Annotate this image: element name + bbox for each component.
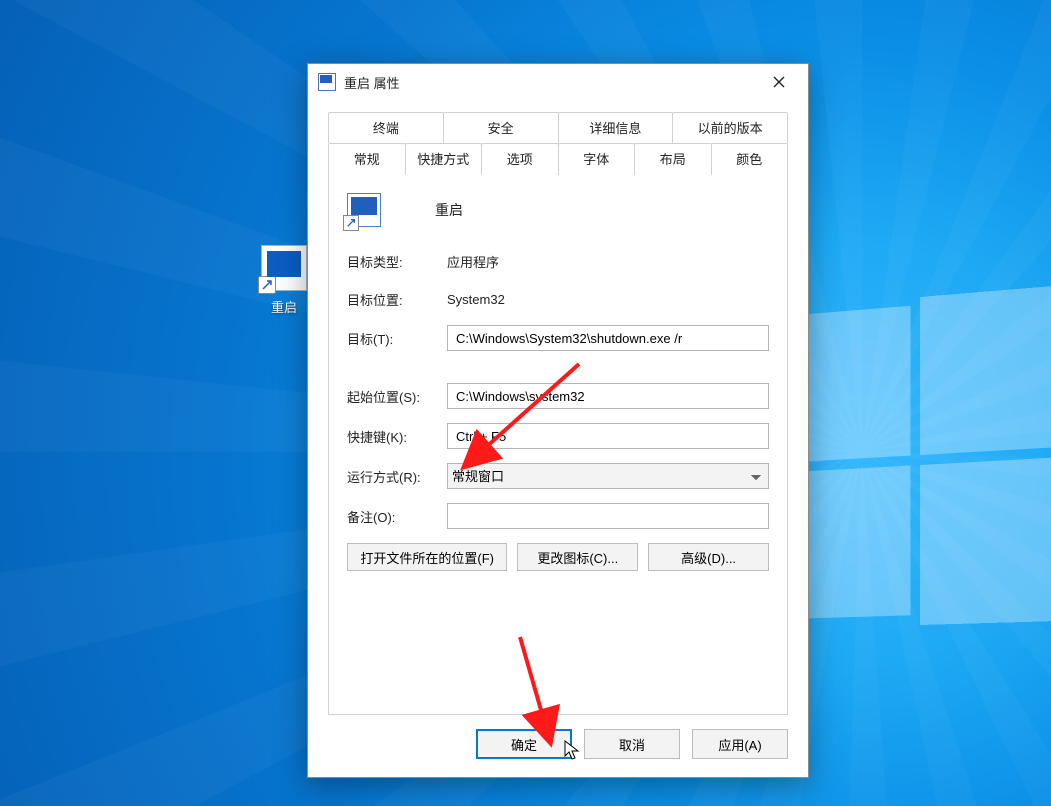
close-icon — [773, 76, 785, 88]
apply-button[interactable]: 应用(A) — [692, 729, 788, 759]
value-target-location: System32 — [447, 292, 769, 307]
tab-previous-versions[interactable]: 以前的版本 — [672, 112, 788, 143]
titlebar-icon — [318, 73, 336, 91]
tab-terminal[interactable]: 终端 — [328, 112, 444, 143]
shortcut-large-icon[interactable] — [347, 193, 381, 227]
tab-font[interactable]: 字体 — [558, 143, 636, 175]
input-target[interactable] — [447, 325, 769, 351]
tab-content-shortcut: 重启 目标类型: 应用程序 目标位置: System32 目标(T): 起始位置… — [328, 175, 788, 715]
shortcut-name: 重启 — [411, 200, 463, 220]
label-start-in: 起始位置(S): — [347, 387, 447, 406]
label-target: 目标(T): — [347, 329, 447, 348]
shortcut-icon — [261, 245, 307, 291]
input-hotkey[interactable] — [447, 423, 769, 449]
tab-general[interactable]: 常规 — [328, 143, 406, 175]
shortcut-overlay-arrow-icon — [258, 276, 276, 294]
close-button[interactable] — [756, 67, 802, 97]
titlebar[interactable]: 重启 属性 — [308, 64, 808, 100]
tab-details[interactable]: 详细信息 — [558, 112, 674, 143]
tab-strip: 终端 安全 详细信息 以前的版本 常规 快捷方式 选项 字体 布局 颜色 — [328, 112, 788, 175]
cancel-button[interactable]: 取消 — [584, 729, 680, 759]
label-target-type: 目标类型: — [347, 252, 447, 271]
label-comment: 备注(O): — [347, 507, 447, 526]
windows-logo — [772, 292, 1051, 629]
button-change-icon[interactable]: 更改图标(C)... — [517, 543, 638, 571]
tab-options[interactable]: 选项 — [481, 143, 559, 175]
label-target-location: 目标位置: — [347, 290, 447, 309]
ok-button[interactable]: 确定 — [476, 729, 572, 759]
tab-colors[interactable]: 颜色 — [711, 143, 789, 175]
tab-shortcut[interactable]: 快捷方式 — [405, 143, 483, 175]
input-start-in[interactable] — [447, 383, 769, 409]
value-target-type: 应用程序 — [447, 252, 769, 271]
select-run[interactable]: 常规窗口 — [447, 463, 769, 489]
tab-layout[interactable]: 布局 — [634, 143, 712, 175]
label-run: 运行方式(R): — [347, 467, 447, 486]
tab-security[interactable]: 安全 — [443, 112, 559, 143]
desktop: 重启 重启 属性 终端 安全 详细信息 以前的版本 常规 快捷方式 — [0, 0, 1051, 806]
label-hotkey: 快捷键(K): — [347, 427, 447, 446]
dialog-title: 重启 属性 — [344, 73, 748, 92]
properties-dialog: 重启 属性 终端 安全 详细信息 以前的版本 常规 快捷方式 选项 字体 布局 — [307, 63, 809, 778]
shortcut-overlay-arrow-icon — [343, 215, 359, 231]
input-comment[interactable] — [447, 503, 769, 529]
button-advanced[interactable]: 高级(D)... — [648, 543, 769, 571]
button-open-file-location[interactable]: 打开文件所在的位置(F) — [347, 543, 507, 571]
dialog-footer: 确定 取消 应用(A) — [308, 715, 808, 777]
